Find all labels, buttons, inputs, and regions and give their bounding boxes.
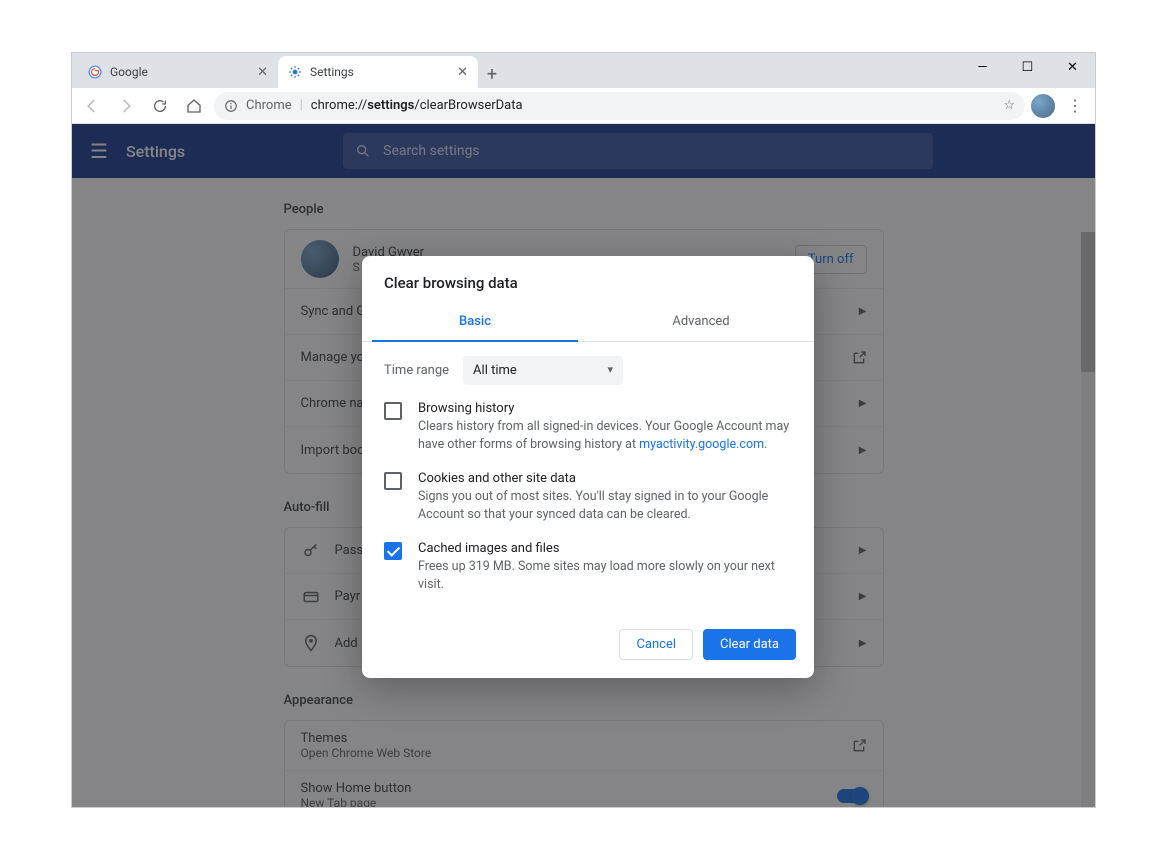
close-icon[interactable]: ✕ <box>257 65 268 80</box>
myactivity-link[interactable]: myactivity.google.com <box>639 437 764 452</box>
close-icon[interactable]: ✕ <box>457 65 468 80</box>
address-bar[interactable]: Chrome | chrome://settings/clearBrowserD… <box>214 92 1025 120</box>
checkbox[interactable] <box>384 542 402 560</box>
back-button[interactable] <box>78 92 106 120</box>
browser-toolbar: Chrome | chrome://settings/clearBrowserD… <box>72 88 1095 124</box>
option-cached: Cached images and files Frees up 319 MB.… <box>384 541 792 593</box>
time-range-label: Time range <box>384 363 449 378</box>
new-tab-button[interactable]: + <box>478 60 506 88</box>
option-title: Browsing history <box>418 401 792 416</box>
titlebar: Google ✕ Settings ✕ + — ☐ ✕ <box>72 53 1095 88</box>
option-description: Signs you out of most sites. You'll stay… <box>418 488 792 523</box>
time-range-select[interactable]: All time <box>463 356 623 385</box>
bookmark-star-icon[interactable]: ☆ <box>1003 98 1015 113</box>
omnibox-prefix: Chrome <box>246 98 292 113</box>
tab-basic[interactable]: Basic <box>362 302 588 341</box>
tab-google[interactable]: Google ✕ <box>78 56 278 88</box>
reload-button[interactable] <box>146 92 174 120</box>
omnibox-url: chrome://settings/clearBrowserData <box>311 98 523 113</box>
home-button[interactable] <box>180 92 208 120</box>
window-controls: — ☐ ✕ <box>960 53 1095 81</box>
gear-favicon-icon <box>288 65 302 79</box>
checkbox[interactable] <box>384 472 402 490</box>
option-browsing-history: Browsing history Clears history from all… <box>384 401 792 453</box>
option-description: Clears history from all signed-in device… <box>418 418 792 453</box>
site-info-icon[interactable] <box>224 99 238 113</box>
tab-title: Google <box>110 65 148 79</box>
profile-avatar-icon[interactable] <box>1031 94 1055 118</box>
close-window-button[interactable]: ✕ <box>1050 53 1095 81</box>
dialog-title: Clear browsing data <box>362 256 814 302</box>
checkbox[interactable] <box>384 402 402 420</box>
kebab-menu-icon[interactable]: ⋮ <box>1061 92 1089 120</box>
cancel-button[interactable]: Cancel <box>619 629 693 660</box>
option-title: Cookies and other site data <box>418 471 792 486</box>
tab-title: Settings <box>310 65 354 79</box>
clear-browsing-data-dialog: Clear browsing data Basic Advanced Time … <box>362 256 814 678</box>
option-cookies: Cookies and other site data Signs you ou… <box>384 471 792 523</box>
option-title: Cached images and files <box>418 541 792 556</box>
option-description: Frees up 319 MB. Some sites may load mor… <box>418 558 792 593</box>
browser-window: Google ✕ Settings ✕ + — ☐ ✕ <box>71 52 1096 808</box>
google-favicon-icon <box>88 65 102 79</box>
tab-settings[interactable]: Settings ✕ <box>278 56 478 88</box>
minimize-button[interactable]: — <box>960 53 1005 81</box>
clear-data-button[interactable]: Clear data <box>703 629 796 660</box>
maximize-button[interactable]: ☐ <box>1005 53 1050 81</box>
forward-button[interactable] <box>112 92 140 120</box>
tab-advanced[interactable]: Advanced <box>588 302 814 341</box>
